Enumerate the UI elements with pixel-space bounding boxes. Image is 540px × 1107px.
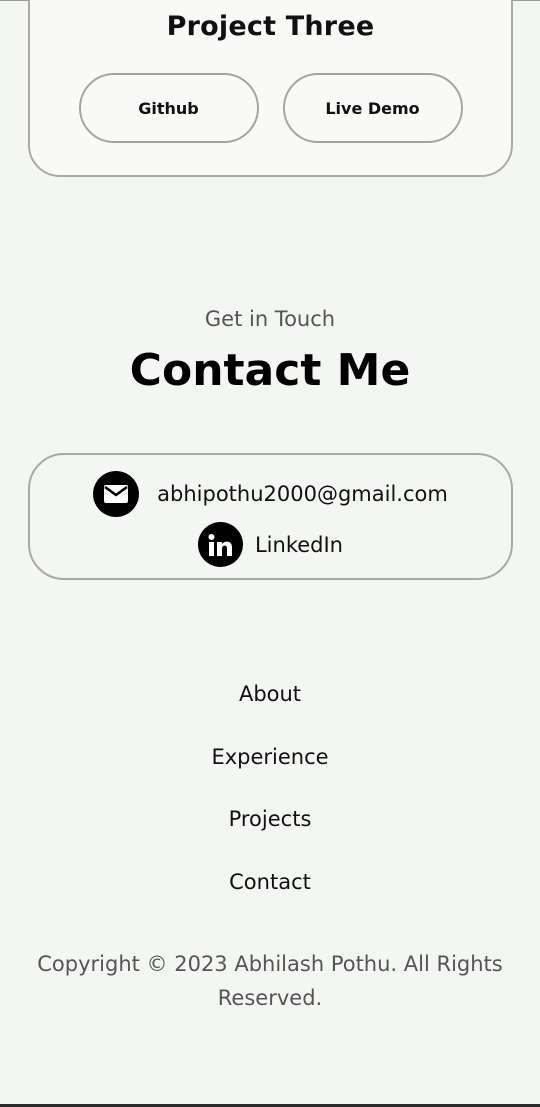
email-link[interactable]: abhipothu2000@gmail.com [157,482,448,506]
nav-link-contact[interactable]: Contact [229,864,311,927]
contact-title: Contact Me [129,345,411,396]
nav-link-about[interactable]: About [239,676,301,739]
live-demo-button[interactable]: Live Demo [282,73,463,143]
linkedin-link[interactable]: LinkedIn [255,533,343,557]
nav-link-projects[interactable]: Projects [229,801,312,864]
footer-nav: About Experience Projects Contact [0,676,540,926]
linkedin-row: LinkedIn [30,522,511,567]
copyright-text: Copyright © 2023 Abhilash Pothu. All Rig… [37,952,503,1010]
contact-info-box: abhipothu2000@gmail.com LinkedIn [28,453,513,580]
github-button[interactable]: Github [78,73,259,143]
page: Project Three Github Live Demo Get in To… [0,0,540,1107]
project-card: Project Three Github Live Demo [28,0,513,177]
project-buttons: Github Live Demo [30,73,511,143]
email-row: abhipothu2000@gmail.com [30,471,511,517]
contact-subtitle: Get in Touch [204,307,336,331]
linkedin-icon [197,522,243,567]
mail-icon [93,471,140,517]
nav-link-experience[interactable]: Experience [211,739,328,802]
project-title: Project Three [166,11,375,42]
